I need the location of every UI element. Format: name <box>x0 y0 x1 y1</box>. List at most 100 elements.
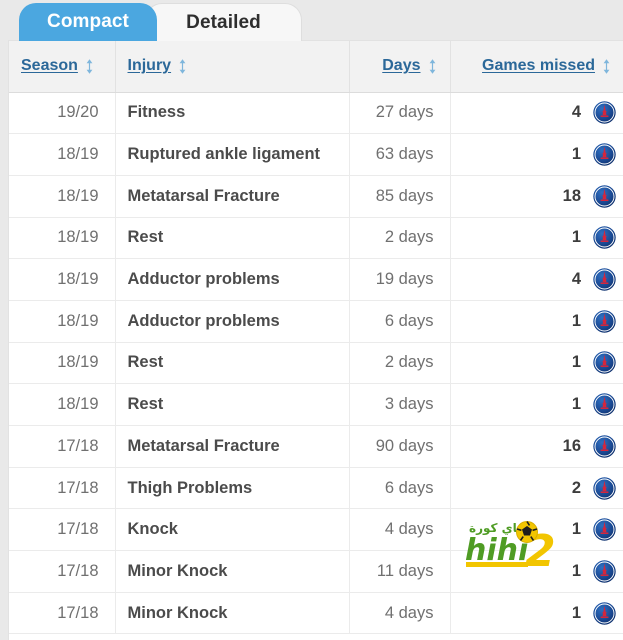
cell-days: 19 days <box>349 258 451 301</box>
cell-days: 3 days <box>349 383 451 426</box>
cell-season: 17/18 <box>9 592 116 635</box>
cell-games-missed: 1 <box>450 550 623 593</box>
table-row[interactable]: 18/19 Adductor problems 19 days 4 <box>9 258 623 301</box>
sort-updown-icon[interactable] <box>177 58 188 75</box>
club-badge-psg <box>593 185 616 208</box>
cell-season: 18/19 <box>9 342 116 385</box>
cell-injury: Minor Knock <box>115 550 350 593</box>
cell-days: 6 days <box>349 467 451 510</box>
cell-season: 18/19 <box>9 175 116 218</box>
cell-days: 6 days <box>349 300 451 343</box>
games-missed-value: 4 <box>571 270 581 289</box>
cell-injury: Rest <box>115 383 350 426</box>
games-missed-value: 1 <box>571 145 581 164</box>
cell-games-missed: 16 <box>450 425 623 468</box>
column-header-days[interactable]: Days <box>349 41 451 93</box>
cell-days: 63 days <box>349 133 451 176</box>
table-row[interactable]: 17/18 Minor Knock 4 days 1 <box>9 592 623 635</box>
cell-injury: Adductor problems <box>115 258 350 301</box>
table-row[interactable]: 18/19 Metatarsal Fracture 85 days 18 <box>9 175 623 218</box>
cell-days: 90 days <box>349 425 451 468</box>
games-missed-value: 1 <box>571 395 581 414</box>
injury-table: Season Injury Days Games missed 19/20 Fi… <box>9 41 623 635</box>
injury-history-panel: Detailed Compact Season Injury Days Game… <box>0 0 623 640</box>
column-header-season[interactable]: Season <box>9 41 116 93</box>
cell-season: 18/19 <box>9 217 116 260</box>
column-header-injury[interactable]: Injury <box>115 41 350 93</box>
column-header-days-label[interactable]: Days <box>382 57 420 75</box>
cell-injury: Adductor problems <box>115 300 350 343</box>
cell-season: 18/19 <box>9 133 116 176</box>
club-badge-psg <box>593 518 616 541</box>
club-badge-psg <box>593 310 616 333</box>
club-badge-psg <box>593 601 616 625</box>
club-badge-psg <box>593 268 616 291</box>
cell-season: 17/18 <box>9 550 116 593</box>
cell-season: 19/20 <box>9 92 116 135</box>
cell-games-missed: 1 <box>450 592 623 635</box>
games-missed-value: 1 <box>571 228 581 247</box>
games-missed-value: 1 <box>571 520 581 539</box>
column-header-season-label[interactable]: Season <box>21 57 78 75</box>
table-row[interactable]: 17/18 Minor Knock 11 days 1 <box>9 550 623 593</box>
club-badge-psg <box>593 560 616 583</box>
table-row[interactable]: 18/19 Rest 3 days 1 <box>9 383 623 426</box>
view-mode-tabbar: Detailed Compact <box>0 0 623 41</box>
injury-table-container: Season Injury Days Games missed 19/20 Fi… <box>8 40 623 640</box>
cell-games-missed: 1 <box>450 217 623 260</box>
cell-games-missed: 2 <box>450 467 623 510</box>
club-badge-psg <box>593 476 616 500</box>
club-badge-psg <box>593 351 616 375</box>
table-row[interactable]: 17/18 Metatarsal Fracture 90 days 16 <box>9 425 623 468</box>
club-badge-psg <box>593 435 616 458</box>
tab-compact[interactable]: Compact <box>19 3 157 41</box>
cell-games-missed: 1 <box>450 300 623 343</box>
games-missed-value: 18 <box>562 186 581 205</box>
games-missed-value: 1 <box>571 311 581 330</box>
table-row[interactable]: 17/18 Thigh Problems 6 days 2 <box>9 467 623 510</box>
cell-games-missed: 1 <box>450 133 623 176</box>
column-header-injury-label[interactable]: Injury <box>128 57 172 75</box>
cell-season: 17/18 <box>9 425 116 468</box>
table-row[interactable]: 18/19 Ruptured ankle ligament 63 days 1 <box>9 133 623 176</box>
cell-days: 27 days <box>349 92 451 135</box>
cell-injury: Ruptured ankle ligament <box>115 133 350 176</box>
table-header-row: Season Injury Days Games missed <box>9 41 623 93</box>
column-header-games-missed[interactable]: Games missed <box>450 41 623 93</box>
games-missed-value: 16 <box>562 436 581 455</box>
table-row[interactable]: 18/19 Rest 2 days 1 <box>9 342 623 385</box>
club-badge-psg <box>593 143 616 166</box>
cell-days: 2 days <box>349 342 451 385</box>
cell-season: 18/19 <box>9 300 116 343</box>
cell-season: 17/18 <box>9 508 116 552</box>
cell-injury: Fitness <box>115 92 350 135</box>
cell-days: 11 days <box>349 550 451 593</box>
cell-injury: Minor Knock <box>115 592 350 635</box>
club-badge-psg <box>593 101 616 125</box>
table-row[interactable]: 19/20 Fitness 27 days 4 <box>9 92 623 135</box>
cell-injury: Thigh Problems <box>115 467 350 510</box>
table-row[interactable]: 17/18 Knock 4 days 1 <box>9 508 623 552</box>
cell-days: 85 days <box>349 175 451 218</box>
cell-season: 18/19 <box>9 258 116 301</box>
cell-games-missed: 18 <box>450 175 623 218</box>
table-header: Season Injury Days Games missed <box>9 41 623 93</box>
sort-updown-icon[interactable] <box>427 58 438 75</box>
cell-injury: Knock <box>115 508 350 552</box>
cell-games-missed: 1 <box>450 508 623 552</box>
table-row[interactable]: 18/19 Rest 2 days 1 <box>9 217 623 260</box>
games-missed-value: 4 <box>571 103 581 122</box>
cell-games-missed: 4 <box>450 258 623 301</box>
cell-injury: Metatarsal Fracture <box>115 425 350 468</box>
cell-injury: Rest <box>115 217 350 260</box>
tab-detailed[interactable]: Detailed <box>145 3 302 41</box>
club-badge-psg <box>593 226 616 250</box>
table-row[interactable]: 18/19 Adductor problems 6 days 1 <box>9 300 623 343</box>
cell-days: 4 days <box>349 592 451 635</box>
cell-season: 17/18 <box>9 467 116 510</box>
cell-injury: Rest <box>115 342 350 385</box>
cell-games-missed: 4 <box>450 92 623 135</box>
column-header-games-missed-label[interactable]: Games missed <box>482 57 595 75</box>
sort-updown-icon[interactable] <box>84 58 95 75</box>
sort-updown-icon[interactable] <box>601 58 612 75</box>
